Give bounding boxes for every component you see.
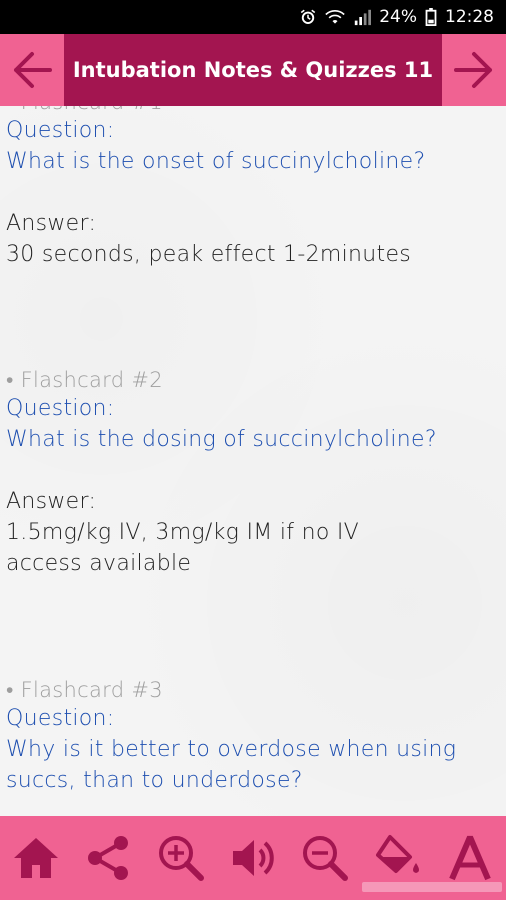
app-bar: Intubation Notes & Quizzes 11 [0,34,506,106]
flashcard: • Flashcard #1 Question: What is the ons… [6,106,496,270]
zoom-in-icon [158,836,204,881]
flashcard-title: • Flashcard #3 [6,678,163,702]
wifi-icon [325,8,345,26]
answer-text-line: access available [6,551,192,576]
flashcard-title: • Flashcard #2 [6,368,163,392]
flashcard-list[interactable]: • Flashcard #1 Question: What is the ons… [0,106,506,816]
arrow-left-icon [14,52,52,88]
flashcard: • Flashcard #3 Question: Why is it bette… [6,678,496,796]
zoom-in-button[interactable] [153,828,209,888]
font-button[interactable] [442,828,498,888]
answer-label: Answer: [6,211,97,236]
zoom-out-button[interactable] [297,828,353,888]
alarm-icon [299,8,317,26]
page-title: Intubation Notes & Quizzes 11 [64,34,442,106]
zoom-out-icon [303,836,349,881]
bottom-toolbar [0,816,506,900]
arrow-right-icon [454,52,492,88]
paint-bucket-icon [375,835,419,873]
question-label: Question: [6,706,115,731]
scrollbar[interactable] [362,882,502,892]
volume-icon [232,840,274,876]
clock: 12:28 [445,7,494,27]
question-label: Question: [6,396,115,421]
battery-icon [425,8,437,26]
answer-text: 30 seconds, peak effect 1-2minutes [6,242,412,267]
font-icon [449,835,491,881]
question-label: Question: [6,118,115,143]
answer-label: Answer: [6,489,97,514]
battery-level: 24% [379,7,417,27]
question-text-line: Why is it better to overdose when using [6,737,457,762]
background-color-button[interactable] [370,828,426,888]
signal-icon [353,8,372,26]
home-icon [14,838,59,878]
previous-button[interactable] [0,34,64,106]
share-button[interactable] [80,828,136,888]
question-text-line: succs, than to underdose? [6,768,303,793]
next-button[interactable] [442,34,506,106]
flashcard: • Flashcard #2 Question: What is the dos… [6,368,496,579]
share-icon [88,836,129,880]
status-bar: 24% 12:28 [0,0,506,34]
question-text: What is the onset of succinylcholine? [6,149,426,174]
flashcard-title: • Flashcard #1 [6,106,496,115]
speak-button[interactable] [225,828,281,888]
answer-text-line: 1.5mg/kg IV, 3mg/kg IM if no IV [6,520,360,545]
question-text: What is the dosing of succinylcholine? [6,427,437,452]
home-button[interactable] [8,828,64,888]
